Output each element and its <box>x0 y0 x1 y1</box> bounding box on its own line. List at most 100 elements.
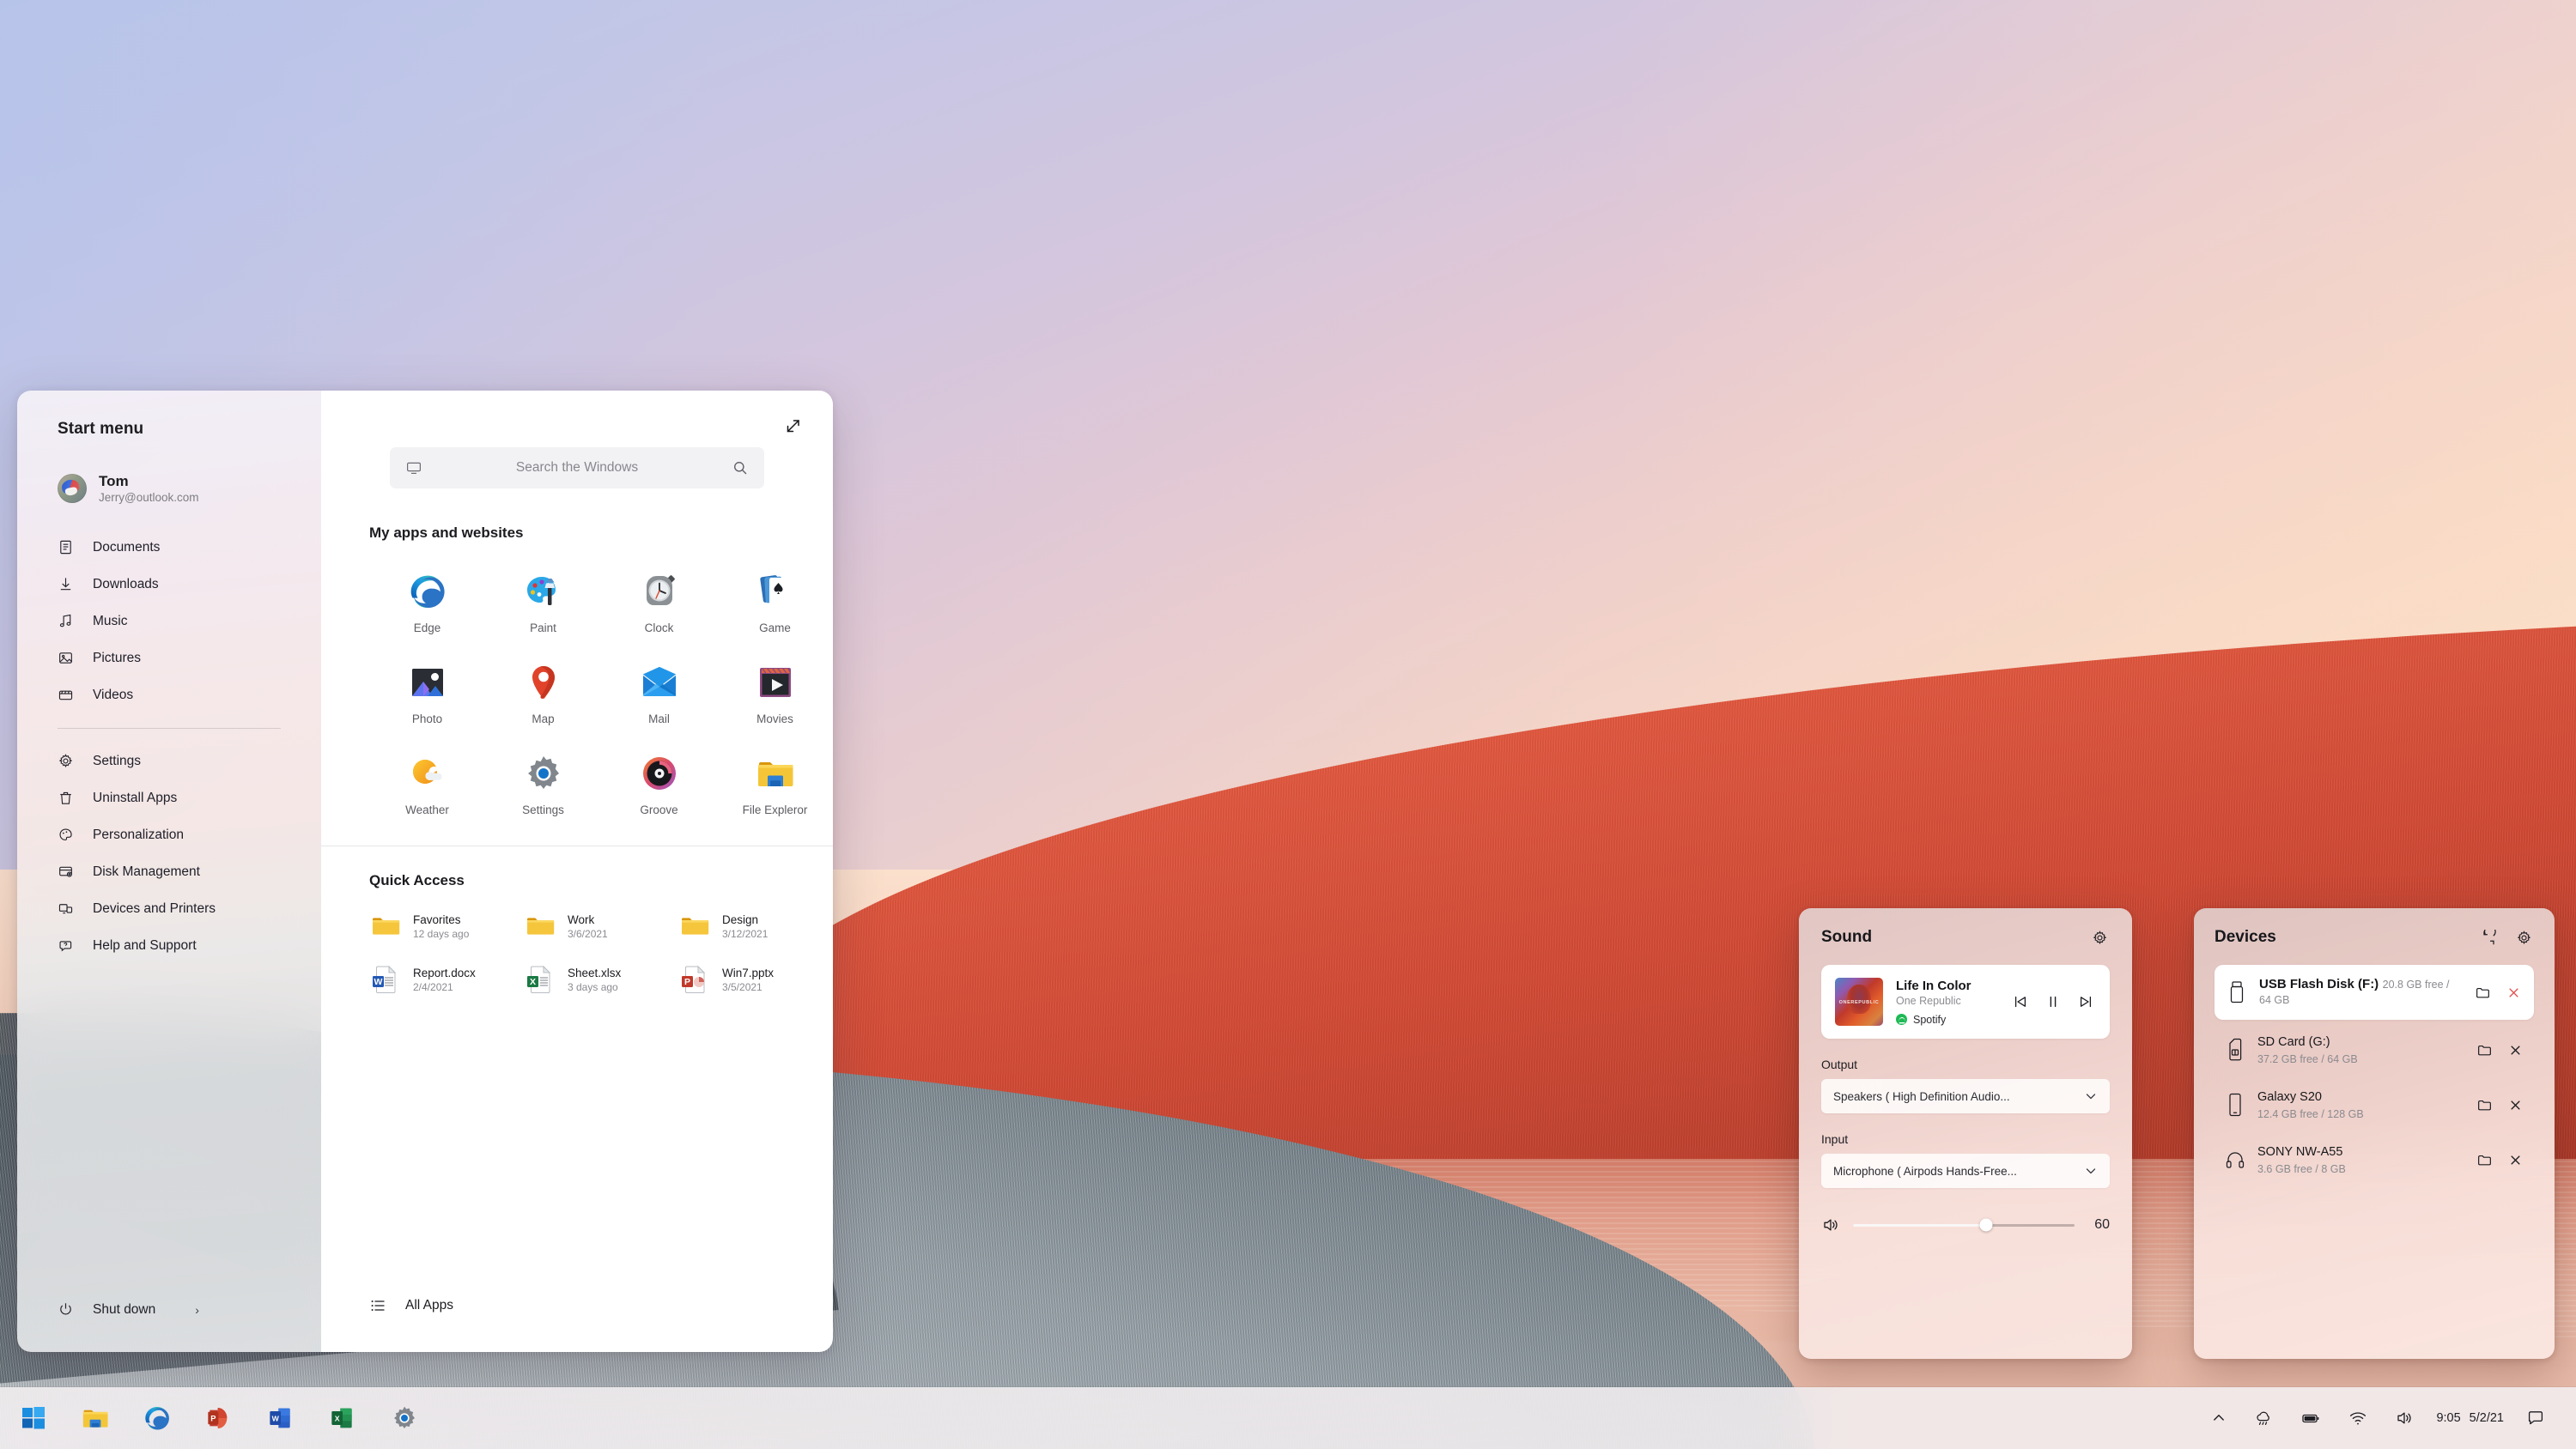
battery-tray-button[interactable] <box>2287 1397 2335 1440</box>
expand-icon[interactable] <box>782 415 805 437</box>
excel-button[interactable]: X <box>321 1397 364 1440</box>
gear-icon[interactable] <box>2513 927 2534 948</box>
sound-flyout[interactable]: Sound ONEREPUBLIC Life In Color One Repu… <box>1799 908 2132 1359</box>
app-tile-game[interactable]: Game <box>717 564 833 640</box>
sidebar-item-downloads[interactable]: Downloads <box>17 570 321 598</box>
powerpoint-button[interactable]: P <box>197 1397 240 1440</box>
close-icon[interactable] <box>2506 1096 2524 1113</box>
app-tile-movies[interactable]: Movies <box>717 655 833 731</box>
device-item-sony-nw-a55[interactable]: SONY NW-A55 3.6 GB free / 8 GB <box>2215 1135 2534 1185</box>
file-explorer-button[interactable] <box>74 1397 117 1440</box>
app-tile-groove[interactable]: Groove <box>601 746 717 822</box>
now-playing-card[interactable]: ONEREPUBLIC Life In Color One Republic S… <box>1821 965 2110 1039</box>
app-tile-settings[interactable]: Settings <box>485 746 601 822</box>
previous-track-icon[interactable] <box>2010 991 2031 1012</box>
app-tile-weather[interactable]: Weather <box>369 746 485 822</box>
edge-icon <box>143 1404 172 1433</box>
start-menu[interactable]: Start menu Tom Jerry@outlook.com Documen… <box>17 391 833 1352</box>
next-track-icon[interactable] <box>2075 991 2096 1012</box>
close-icon[interactable] <box>2505 984 2522 1001</box>
app-tile-paint[interactable]: Paint <box>485 564 601 640</box>
devices-flyout[interactable]: Devices USB Flash Disk (F:) 20.8 GB free… <box>2194 908 2555 1359</box>
printer-icon <box>58 900 74 917</box>
edge-button[interactable] <box>136 1397 179 1440</box>
quick-access-item-design[interactable]: Design 3/12/2021 <box>678 910 833 943</box>
device-item-sd-card[interactable]: SD Card (G:) 37.2 GB free / 64 GB <box>2215 1025 2534 1075</box>
sidebar-item-pictures[interactable]: Pictures <box>17 644 321 672</box>
taskbar[interactable]: P W X 9:05 5/2/21 <box>0 1387 2576 1449</box>
pause-icon[interactable] <box>2043 991 2063 1012</box>
device-meta: 12.4 GB free / 128 GB <box>2257 1108 2364 1120</box>
monitor-icon <box>405 459 422 476</box>
folder-open-icon[interactable] <box>2474 984 2491 1001</box>
chat-bubble-icon <box>2526 1409 2545 1428</box>
close-icon[interactable] <box>2506 1041 2524 1058</box>
volume-tray-button[interactable] <box>2381 1397 2427 1440</box>
folder-open-icon[interactable] <box>2476 1041 2493 1058</box>
volume-row: 60 <box>1821 1216 2110 1234</box>
speaker-icon[interactable] <box>1821 1216 1840 1234</box>
sidebar-item-label: Disk Management <box>93 864 200 879</box>
device-meta: 37.2 GB free / 64 GB <box>2257 1053 2358 1065</box>
sidebar-item-settings[interactable]: Settings <box>17 747 321 775</box>
app-tile-clock[interactable]: Clock <box>601 564 717 640</box>
sidebar-item-documents[interactable]: Documents <box>17 533 321 561</box>
app-tile-map[interactable]: Map <box>485 655 601 731</box>
device-name: SONY NW-A55 <box>2257 1145 2343 1159</box>
close-icon[interactable] <box>2506 1151 2524 1168</box>
device-item-usb-flash-disk[interactable]: USB Flash Disk (F:) 20.8 GB free / 64 GB <box>2215 965 2534 1020</box>
spotify-icon <box>1896 1014 1907 1025</box>
settings-button[interactable] <box>383 1397 426 1440</box>
shutdown-label: Shut down <box>93 1301 156 1317</box>
chevron-down-icon <box>2084 1164 2098 1178</box>
search-box[interactable] <box>390 447 764 488</box>
quick-access-item-favorites[interactable]: Favorites 12 days ago <box>369 910 524 943</box>
user-account[interactable]: Tom Jerry@outlook.com <box>17 439 321 504</box>
app-tile-photo[interactable]: Photo <box>369 655 485 731</box>
app-tile-label: Settings <box>522 803 564 816</box>
sidebar-item-videos[interactable]: Videos <box>17 681 321 709</box>
device-item-galaxy-s20[interactable]: Galaxy S20 12.4 GB free / 128 GB <box>2215 1080 2534 1130</box>
download-icon <box>58 576 74 592</box>
weather-tray-button[interactable] <box>2240 1397 2287 1440</box>
app-tile-file-explorer[interactable]: File Expleror <box>717 746 833 822</box>
app-tile-label: Photo <box>411 712 443 725</box>
sidebar-item-uninstall-apps[interactable]: Uninstall Apps <box>17 784 321 812</box>
show-hidden-icons-button[interactable] <box>2197 1397 2240 1440</box>
clock-date-button[interactable]: 9:05 5/2/21 <box>2427 1411 2512 1425</box>
output-device-select[interactable]: Speakers ( High Definition Audio... <box>1821 1079 2110 1113</box>
action-center-button[interactable] <box>2512 1397 2559 1440</box>
sidebar-item-music[interactable]: Music <box>17 607 321 635</box>
svg-text:W: W <box>374 977 383 987</box>
folder-open-icon[interactable] <box>2476 1096 2493 1113</box>
sidebar-item-devices-and-printers[interactable]: Devices and Printers <box>17 894 321 923</box>
sidebar-item-help-and-support[interactable]: Help and Support <box>17 931 321 960</box>
search-input[interactable] <box>431 460 723 476</box>
word-button[interactable]: W <box>259 1397 302 1440</box>
volume-slider[interactable] <box>1853 1218 2075 1232</box>
sidebar-item-disk-management[interactable]: Disk Management <box>17 858 321 886</box>
app-tile-edge[interactable]: Edge <box>369 564 485 640</box>
app-tile-mail[interactable]: Mail <box>601 655 717 731</box>
start-button[interactable] <box>12 1397 55 1440</box>
quick-access-item-win7-pptx[interactable]: P Win7.pptx 3/5/2021 <box>678 963 833 996</box>
search-container <box>321 391 833 488</box>
refresh-icon[interactable] <box>2478 927 2499 948</box>
volume-slider-knob[interactable] <box>1979 1218 1993 1232</box>
input-device-select[interactable]: Microphone ( Airpods Hands-Free... <box>1821 1154 2110 1188</box>
folder-open-icon[interactable] <box>2476 1151 2493 1168</box>
all-apps-button[interactable]: All Apps <box>369 1297 453 1314</box>
quick-access-item-sheet-xlsx[interactable]: X Sheet.xlsx 3 days ago <box>524 963 678 996</box>
shutdown-button[interactable]: Shut down › <box>17 1301 321 1318</box>
word-icon: W <box>267 1404 295 1432</box>
gear-icon[interactable] <box>2089 927 2110 948</box>
all-apps-label: All Apps <box>405 1298 454 1313</box>
sidebar-item-personalization[interactable]: Personalization <box>17 821 321 849</box>
search-icon[interactable] <box>732 459 749 476</box>
folder-icon <box>678 910 711 943</box>
quick-access-item-report-docx[interactable]: W Report.docx 2/4/2021 <box>369 963 524 996</box>
app-tile-label: Weather <box>405 803 449 816</box>
network-tray-button[interactable] <box>2335 1397 2381 1440</box>
quick-access-item-work[interactable]: Work 3/6/2021 <box>524 910 678 943</box>
chevron-right-icon[interactable]: › <box>195 1303 199 1317</box>
